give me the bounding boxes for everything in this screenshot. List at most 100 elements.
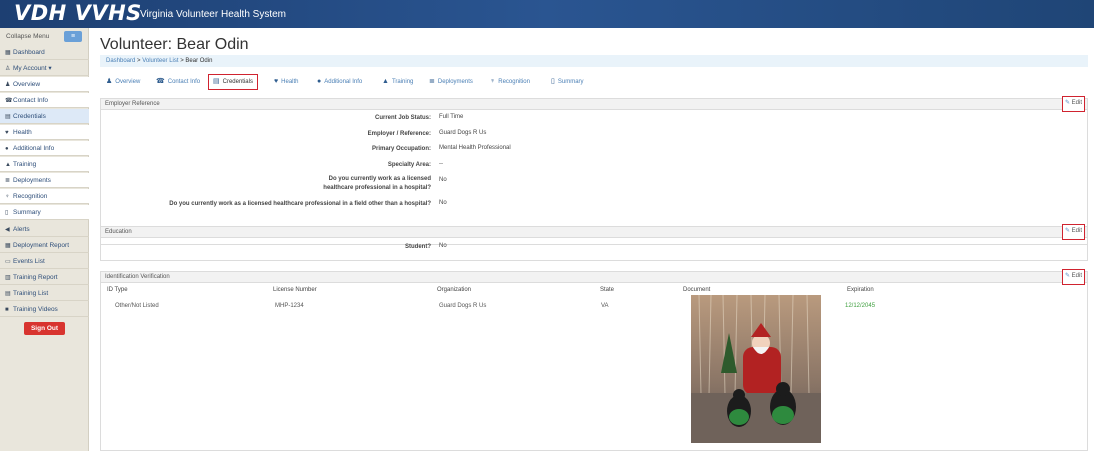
info-icon: ● bbox=[317, 78, 322, 85]
column-header: ID Type bbox=[107, 287, 128, 293]
field-value: Full Time bbox=[439, 114, 464, 120]
video-icon: ■ bbox=[5, 307, 9, 313]
collapse-menu-button[interactable]: ≡ bbox=[64, 31, 82, 42]
field-value: No bbox=[439, 177, 447, 183]
report-icon: ▥ bbox=[5, 275, 11, 281]
field-label: Do you currently work as a licensed heal… bbox=[169, 201, 431, 207]
state-cell: VA bbox=[601, 303, 609, 309]
heart-icon: ♥ bbox=[5, 130, 9, 136]
heart-icon: ♥ bbox=[274, 78, 279, 85]
trophy-icon: ♆ bbox=[5, 194, 10, 200]
expiration-cell: 12/12/2045 bbox=[845, 303, 876, 309]
column-header: Organization bbox=[437, 287, 472, 293]
tab-summary[interactable]: ▯ Summary bbox=[551, 74, 584, 90]
sidebar-item-credentials[interactable]: ▤ Credentials bbox=[0, 109, 89, 124]
field-label: Specialty Area: bbox=[387, 162, 431, 168]
pencil-icon: ✎ bbox=[1064, 228, 1070, 234]
field-value: -- bbox=[439, 161, 443, 167]
organization-cell: Guard Dogs R Us bbox=[439, 303, 487, 309]
document-icon: ▯ bbox=[551, 78, 555, 85]
sidebar-item-training[interactable]: ▲ Training bbox=[0, 157, 89, 172]
sidebar-item-training-videos[interactable]: ■ Training Videos bbox=[0, 302, 89, 317]
sidebar-item-my-account[interactable]: ♙ My Account ▾ bbox=[0, 61, 89, 76]
tab-recognition[interactable]: ♆ Recognition bbox=[490, 74, 530, 90]
sidebar-item-alerts[interactable]: ◀ Alerts bbox=[0, 222, 89, 237]
column-header: License Number bbox=[273, 287, 317, 293]
field-label: Do you currently work as a licensed bbox=[328, 176, 431, 182]
pencil-icon: ✎ bbox=[1064, 100, 1070, 106]
dashboard-icon: ▦ bbox=[5, 50, 11, 56]
field-value: No bbox=[439, 200, 447, 206]
pencil-icon: ✎ bbox=[1064, 273, 1070, 279]
calendar-icon: ▭ bbox=[5, 259, 11, 265]
tab-health[interactable]: ♥ Health bbox=[274, 74, 299, 90]
sidebar-item-training-list[interactable]: ▤ Training List bbox=[0, 286, 89, 301]
user-icon: ♙ bbox=[5, 66, 11, 72]
breadcrumb: Dashboard > Volunteer List > Bear Odin bbox=[100, 55, 1088, 67]
info-icon: ● bbox=[5, 146, 9, 152]
field-label: Current Job Status: bbox=[374, 115, 431, 121]
bullhorn-icon: ◀ bbox=[5, 227, 10, 233]
field-value: No bbox=[439, 243, 447, 249]
list-icon: ▤ bbox=[5, 291, 11, 297]
tab-contact-info[interactable]: ☎ Contact Info bbox=[156, 74, 200, 90]
document-photo[interactable] bbox=[691, 295, 821, 443]
sidebar-item-recognition[interactable]: ♆ Recognition bbox=[0, 189, 89, 204]
sidebar: Collapse Menu ≡ ▦ Dashboard ♙ My Account ▾… bbox=[0, 28, 89, 451]
column-header: Expiration bbox=[847, 287, 874, 293]
tab-deployments[interactable]: ≣ Deployments bbox=[429, 74, 473, 90]
edit-identification-button[interactable]: ✎ Edit bbox=[1062, 269, 1085, 285]
user-icon: ♟ bbox=[5, 82, 11, 88]
education-panel: Education ✎ Edit Student? No bbox=[100, 224, 1088, 261]
sidebar-item-overview[interactable]: ♟ Overview bbox=[0, 77, 89, 92]
sidebar-item-deployments[interactable]: ≣ Deployments bbox=[0, 173, 89, 188]
tab-overview[interactable]: ♟ Overview bbox=[106, 74, 140, 90]
sidebar-item-health[interactable]: ♥ Health bbox=[0, 125, 89, 140]
sidebar-item-additional-info[interactable]: ● Additional Info bbox=[0, 141, 89, 156]
employer-reference-panel: Employer Reference ✎ Edit Current Job St… bbox=[100, 96, 1088, 245]
id-card-icon: ▤ bbox=[5, 114, 11, 120]
tab-additional-info[interactable]: ● Additional Info bbox=[317, 74, 362, 90]
field-value: Mental Health Professional bbox=[439, 145, 511, 151]
app-subtitle: Virginia Volunteer Health System bbox=[140, 9, 287, 20]
field-label: Student? bbox=[405, 244, 431, 250]
breadcrumb-volunteer-list-link[interactable]: Volunteer List bbox=[142, 58, 178, 64]
id-type-cell: Other/Not Listed bbox=[115, 303, 159, 309]
list-icon: ≣ bbox=[5, 178, 11, 184]
santa-dogs-photo bbox=[691, 295, 821, 443]
column-header: State bbox=[600, 287, 615, 293]
field-label: Employer / Reference: bbox=[367, 131, 431, 137]
sidebar-item-dashboard[interactable]: ▦ Dashboard bbox=[0, 45, 89, 60]
phone-icon: ☎ bbox=[156, 78, 165, 85]
user-icon: ♟ bbox=[106, 78, 113, 85]
sidebar-item-events-list[interactable]: ▭ Events List bbox=[0, 254, 89, 269]
phone-icon: ☎ bbox=[5, 98, 13, 104]
sign-out-button[interactable]: Sign Out bbox=[24, 322, 65, 335]
top-banner: VDH VVHS Virginia Volunteer Health Syste… bbox=[0, 0, 1094, 28]
document-icon: ▯ bbox=[5, 210, 9, 216]
sidebar-item-summary[interactable]: ▯ Summary bbox=[0, 205, 89, 220]
graduation-cap-icon: ▲ bbox=[382, 78, 389, 85]
sidebar-item-contact-info[interactable]: ☎Contact Info bbox=[0, 93, 89, 108]
collapse-menu-label: Collapse Menu bbox=[6, 33, 50, 40]
field-label: Primary Occupation: bbox=[371, 146, 431, 152]
sidebar-item-deployment-report[interactable]: ▦ Deployment Report bbox=[0, 238, 89, 253]
panel-heading: Employer Reference ✎ Edit bbox=[101, 96, 1087, 112]
breadcrumb-current: Bear Odin bbox=[185, 58, 213, 64]
tab-credentials[interactable]: ▤ Credentials bbox=[208, 74, 258, 90]
panel-heading: Education ✎ Edit bbox=[101, 224, 1087, 240]
edit-employer-button[interactable]: ✎ Edit bbox=[1062, 96, 1085, 112]
sidebar-item-training-report[interactable]: ▥ Training Report bbox=[0, 270, 89, 285]
tab-training[interactable]: ▲ Training bbox=[382, 74, 413, 90]
field-value: Guard Dogs R Us bbox=[439, 130, 487, 136]
id-card-icon: ▤ bbox=[213, 78, 220, 85]
edit-education-button[interactable]: ✎ Edit bbox=[1062, 224, 1085, 240]
column-header: Document bbox=[683, 287, 711, 293]
graduation-cap-icon: ▲ bbox=[5, 162, 11, 168]
trophy-icon: ♆ bbox=[490, 78, 496, 85]
app-logo: VDH VVHS bbox=[14, 1, 142, 25]
report-icon: ▦ bbox=[5, 243, 11, 249]
license-number-cell: MHP-1234 bbox=[275, 303, 304, 309]
breadcrumb-dashboard-link[interactable]: Dashboard bbox=[106, 58, 135, 64]
identification-verification-panel: Identification Verification ✎ Edit ID Ty… bbox=[100, 269, 1088, 451]
